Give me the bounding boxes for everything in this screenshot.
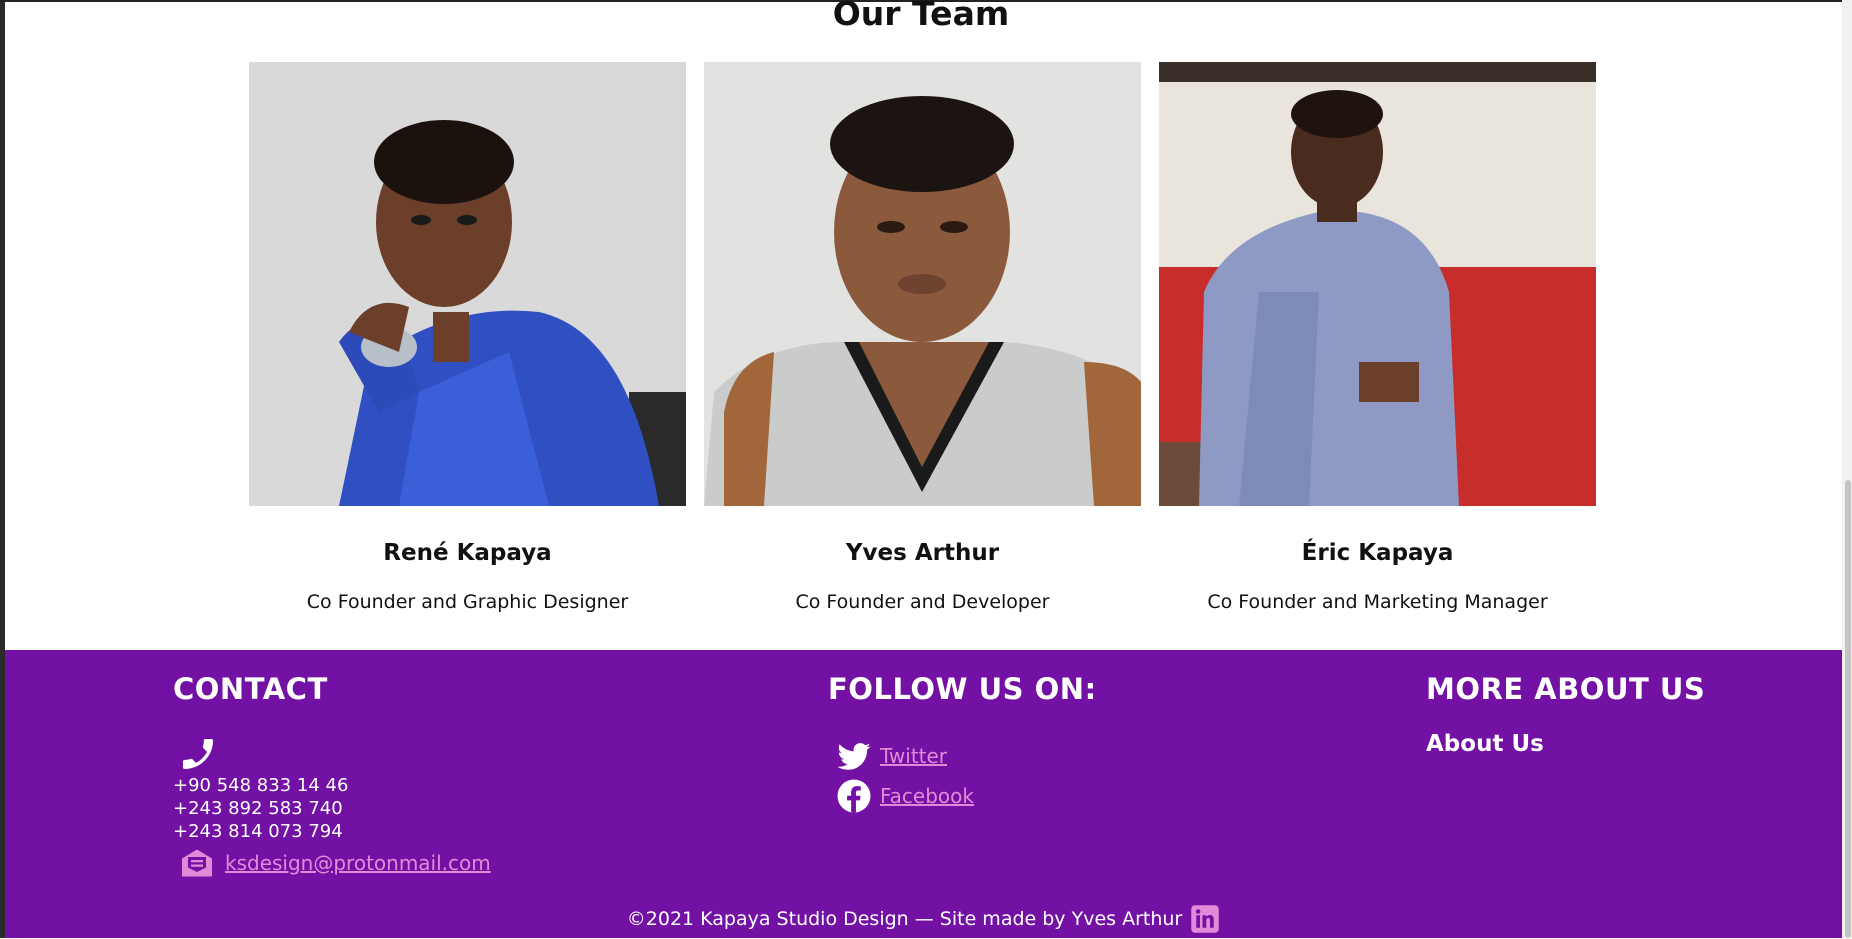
team-card-1: René Kapaya Co Founder and Graphic Desig… [249,62,686,613]
more-about-title: MORE ABOUT US [1426,672,1706,706]
copyright-text: ©2021 Kapaya Studio Design — Site made b… [626,908,1183,930]
email-row: ksdesign@protonmail.com [179,845,491,881]
team-card-2: Yves Arthur Co Founder and Developer [704,62,1141,613]
twitter-row: Twitter [836,738,947,774]
phone-number: +243 814 073 794 [173,821,343,842]
member-photo [704,62,1141,506]
contact-title: CONTACT [173,672,328,706]
member-photo [1159,62,1596,506]
follow-title: FOLLOW US ON: [828,672,1097,706]
member-name: René Kapaya [383,540,552,566]
member-name: Yves Arthur [845,540,1000,566]
email-link[interactable]: ksdesign@protonmail.com [225,851,491,875]
phone-icon [178,734,218,774]
facebook-link[interactable]: Facebook [880,784,974,808]
twitter-icon [837,743,871,770]
phone-list: +90 548 833 14 46 +243 892 583 740 +243 … [173,774,348,843]
scrollbar-track[interactable] [1842,0,1852,938]
linkedin-icon[interactable] [1190,904,1220,934]
member-photo [249,62,686,506]
about-us-link[interactable]: About Us [1426,731,1544,757]
facebook-icon [837,779,871,813]
envelope-icon [182,849,212,877]
facebook-row: Facebook [836,778,974,814]
section-title: Our Team [832,0,1010,33]
twitter-link[interactable]: Twitter [880,744,947,768]
member-name: Éric Kapaya [1301,540,1454,566]
team-card-3: Éric Kapaya Co Founder and Marketing Man… [1159,62,1596,613]
member-role: Co Founder and Marketing Manager [1207,591,1548,613]
copyright-bar: ©2021 Kapaya Studio Design — Site made b… [5,904,1842,934]
phone-number: +243 892 583 740 [173,798,343,819]
phone-number: +90 548 833 14 46 [173,775,349,796]
scrollbar-thumb[interactable] [1845,480,1851,938]
site-footer: CONTACT +90 548 833 14 46 +243 892 583 7… [5,650,1842,938]
